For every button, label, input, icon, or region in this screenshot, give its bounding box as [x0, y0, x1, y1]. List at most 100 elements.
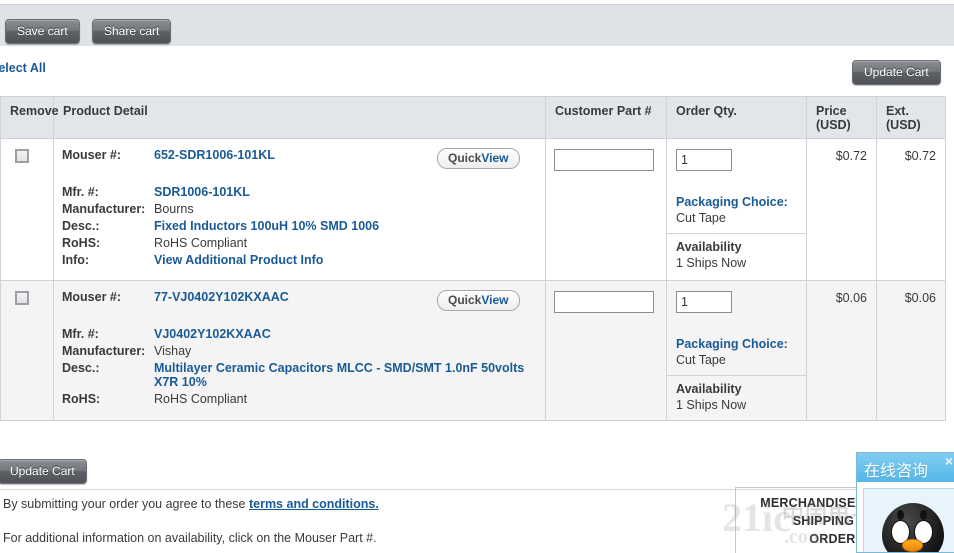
- detail-row-rohs: RoHS: RoHS Compliant: [62, 392, 539, 409]
- chat-title: 在线咨询: [864, 463, 929, 480]
- label-manufacturer: Manufacturer:: [62, 202, 146, 216]
- qty-input-wrap: [667, 281, 806, 321]
- cell-remove: [0, 280, 54, 421]
- packaging-block: Packaging Choice: Cut Tape: [667, 179, 806, 233]
- value-manufacturer: Vishay: [154, 344, 192, 358]
- mfr-number-link[interactable]: SDR1006-101KL: [154, 185, 250, 199]
- order-totals: MERCHANDISE T SHIPPING C ORDER T: [600, 494, 867, 548]
- packaging-choice-label[interactable]: Packaging Choice:: [676, 337, 800, 351]
- mouser-number-link[interactable]: 77-VJ0402Y102KXAAC: [154, 290, 289, 304]
- cart-table-body: Mouser #: 652-SDR1006-101KL QuickView Mf…: [0, 138, 946, 421]
- update-cart-button-bottom[interactable]: Update Cart: [0, 459, 87, 484]
- select-all-link[interactable]: Select All: [0, 61, 46, 75]
- remove-checkbox[interactable]: [15, 291, 29, 305]
- value-desc: Multilayer Ceramic Capacitors MLCC - SMD…: [154, 361, 539, 392]
- close-icon[interactable]: ×: [945, 453, 953, 469]
- qq-pupil-right: [920, 510, 927, 520]
- terms-and-conditions-link[interactable]: terms and conditions.: [249, 497, 379, 511]
- quickview-label-view: View: [481, 151, 509, 165]
- header-customer-part: Customer Part #: [545, 96, 667, 139]
- qty-input-wrap: [667, 139, 806, 179]
- label-rohs: RoHS:: [62, 392, 101, 406]
- mfr-number-link[interactable]: VJ0402Y102KXAAC: [154, 327, 271, 341]
- mouser-number-link[interactable]: 652-SDR1006-101KL: [154, 148, 275, 162]
- chat-header: 在线咨询 ×: [857, 453, 954, 482]
- packaging-choice-label[interactable]: Packaging Choice:: [676, 195, 800, 209]
- value-mfr: SDR1006-101KL: [154, 185, 539, 202]
- availability-value: 1 Ships Now: [676, 256, 747, 270]
- cell-price: $0.72: [806, 138, 877, 281]
- qq-penguin-icon: [876, 503, 950, 552]
- header-remove: Remove: [0, 96, 59, 139]
- availability-note: For additional information on availabili…: [3, 531, 377, 545]
- customer-part-input[interactable]: [554, 291, 654, 313]
- quickview-button[interactable]: QuickView: [437, 148, 520, 169]
- additional-product-info-link[interactable]: View Additional Product Info: [154, 253, 323, 267]
- description-link[interactable]: Multilayer Ceramic Capacitors MLCC - SMD…: [154, 361, 524, 389]
- update-cart-button-top[interactable]: Update Cart: [852, 60, 941, 85]
- label-rohs: RoHS:: [62, 236, 101, 250]
- product-detail-table: Mouser #: 652-SDR1006-101KL QuickView Mf…: [62, 148, 539, 270]
- shipping-cost-label: SHIPPING C: [792, 514, 867, 528]
- detail-row-mouser: Mouser #: 77-VJ0402Y102KXAAC QuickView: [62, 290, 539, 314]
- availability-label: Availability: [676, 240, 742, 254]
- header-order-qty: Order Qty.: [666, 96, 807, 139]
- packaging-choice-value: Cut Tape: [676, 211, 726, 225]
- save-cart-button[interactable]: Save cart: [5, 19, 80, 44]
- online-chat-widget[interactable]: 在线咨询 ×: [856, 452, 954, 553]
- detail-row-mfr: Mfr. #: SDR1006-101KL: [62, 185, 539, 202]
- terms-prefix: By submitting your order you agree to th…: [3, 497, 249, 511]
- availability-value: 1 Ships Now: [676, 398, 747, 412]
- quickview-label-quick: Quick: [448, 293, 482, 307]
- cell-order-qty: Packaging Choice: Cut Tape Availability …: [666, 138, 807, 281]
- cell-remove: [0, 138, 54, 281]
- cell-customer-part: [545, 138, 667, 281]
- detail-row-desc: Desc.: Multilayer Ceramic Capacitors MLC…: [62, 361, 539, 392]
- label-mfr: Mfr. #:: [62, 327, 99, 341]
- header-price-line2: (USD): [816, 118, 851, 132]
- header-price: Price (USD): [806, 96, 877, 139]
- qq-pupil-left: [897, 510, 904, 520]
- cell-order-qty: Packaging Choice: Cut Tape Availability …: [666, 280, 807, 421]
- customer-part-input[interactable]: [554, 149, 654, 171]
- detail-row-mfr: Mfr. #: VJ0402Y102KXAAC: [62, 327, 539, 344]
- order-qty-input[interactable]: [676, 149, 732, 171]
- remove-checkbox[interactable]: [15, 149, 29, 163]
- label-mfr: Mfr. #:: [62, 185, 99, 199]
- cell-product-detail: Mouser #: 77-VJ0402Y102KXAAC QuickView M…: [53, 280, 546, 421]
- packaging-choice-value: Cut Tape: [676, 353, 726, 367]
- quickview-button[interactable]: QuickView: [437, 290, 520, 311]
- quickview-label-view: View: [481, 293, 509, 307]
- label-mouser: Mouser #:: [62, 148, 122, 162]
- table-row: Mouser #: 652-SDR1006-101KL QuickView Mf…: [0, 138, 946, 281]
- value-mouser: 652-SDR1006-101KL: [154, 148, 419, 172]
- cell-ext: $0.06: [876, 280, 946, 421]
- cart-page: Save cart Share cart Select All Update C…: [0, 0, 954, 553]
- description-link[interactable]: Fixed Inductors 100uH 10% SMD 1006: [154, 219, 379, 233]
- availability-block: Availability 1 Ships Now: [667, 375, 806, 420]
- share-cart-button[interactable]: Share cart: [92, 19, 172, 44]
- table-row: Mouser #: 77-VJ0402Y102KXAAC QuickView M…: [0, 280, 946, 421]
- header-ext-line1: Ext.: [886, 104, 909, 118]
- detail-row-manufacturer: Manufacturer: Bourns: [62, 202, 539, 219]
- product-detail-table: Mouser #: 77-VJ0402Y102KXAAC QuickView M…: [62, 290, 539, 409]
- cart-table-head: Remove Product Detail Customer Part # Or…: [0, 96, 946, 139]
- label-desc: Desc.:: [62, 219, 100, 233]
- value-mfr: VJ0402Y102KXAAC: [154, 327, 539, 344]
- cell-price: $0.06: [806, 280, 877, 421]
- totals-separator-horizontal: [735, 487, 867, 488]
- select-all-band: [0, 46, 954, 96]
- detail-row-rohs: RoHS: RoHS Compliant: [62, 236, 539, 253]
- header-ext: Ext. (USD): [876, 96, 946, 139]
- cell-customer-part: [545, 280, 667, 421]
- value-info: View Additional Product Info: [154, 253, 539, 270]
- value-manufacturer: Bourns: [154, 202, 194, 216]
- merchandise-total-label: MERCHANDISE T: [760, 496, 867, 510]
- label-mouser: Mouser #:: [62, 290, 122, 304]
- detail-row-info: Info: View Additional Product Info: [62, 253, 539, 270]
- order-qty-input[interactable]: [676, 291, 732, 313]
- value-rohs: RoHS Compliant: [154, 236, 248, 250]
- quickview-cell: QuickView: [419, 290, 539, 314]
- cell-product-detail: Mouser #: 652-SDR1006-101KL QuickView Mf…: [53, 138, 546, 281]
- quickview-label-quick: Quick: [448, 151, 482, 165]
